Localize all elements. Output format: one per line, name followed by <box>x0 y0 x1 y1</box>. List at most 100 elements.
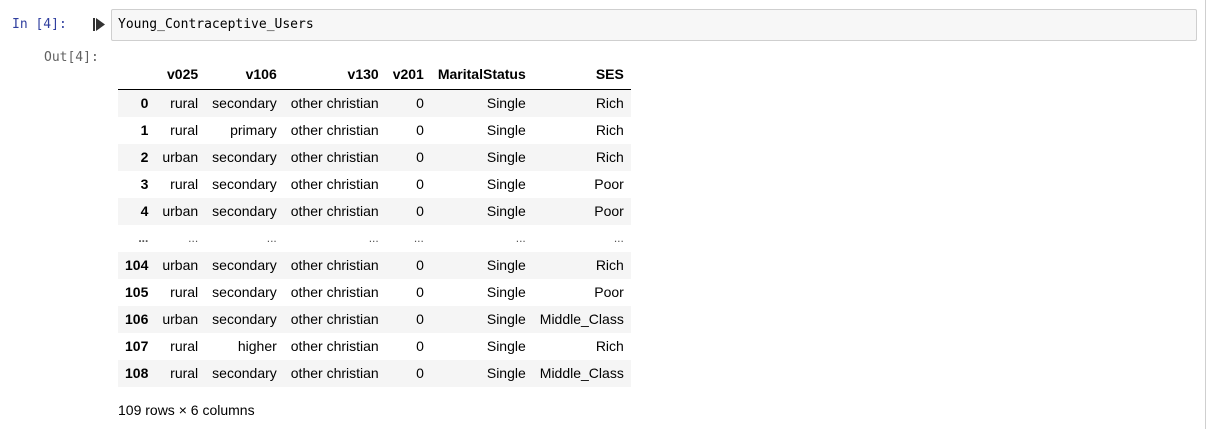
table-cell: Rich <box>595 338 624 354</box>
row-index: 4 <box>140 203 149 219</box>
table-cell: secondary <box>212 365 277 381</box>
table-cell: 0 <box>416 95 424 111</box>
table-cell: Single <box>486 338 526 354</box>
table-cell: ... <box>515 231 526 245</box>
row-index: 106 <box>125 311 149 327</box>
table-row: 4 urban secondary other christian 0 Single Poo… <box>118 198 631 225</box>
row-index: 108 <box>125 365 149 381</box>
column-header: v201 <box>385 60 431 90</box>
table-cell: rural <box>170 95 199 111</box>
row-index: ... <box>138 231 149 245</box>
table-row: 105 rural secondary other christian 0 Single P… <box>118 279 631 306</box>
table-cell: secondary <box>212 257 277 273</box>
table-row: 106 urban secondary other christian 0 Single M… <box>118 306 631 333</box>
table-cell: secondary <box>212 176 277 192</box>
output-prompt: Out[4]: <box>44 50 99 65</box>
table-cell: ... <box>413 231 424 245</box>
table-cell: ... <box>266 231 277 245</box>
table-header: v025 v106 v130 v201 MaritalStatus SES <box>118 60 631 90</box>
table-cell: other christian <box>290 149 379 165</box>
table-cell: Rich <box>595 257 624 273</box>
header-row: v025 v106 v130 v201 MaritalStatus SES <box>118 60 631 90</box>
table-cell: other christian <box>290 338 379 354</box>
table-cell: primary <box>230 122 277 138</box>
table-cell: other christian <box>290 365 379 381</box>
table-cell: Single <box>486 257 526 273</box>
table-cell: 0 <box>416 149 424 165</box>
column-header: SES <box>532 60 631 90</box>
column-header: v106 <box>205 60 284 90</box>
table-cell: 0 <box>416 284 424 300</box>
table-cell: other christian <box>290 311 379 327</box>
row-index: 2 <box>140 149 149 165</box>
table-cell: secondary <box>212 95 277 111</box>
column-header: v025 <box>155 60 206 90</box>
table-cell: rural <box>170 365 199 381</box>
table-cell: Poor <box>594 203 624 219</box>
table-row: 2 urban secondary other christian 0 Single Ric… <box>118 144 631 171</box>
row-index: 105 <box>125 284 149 300</box>
table-cell: rural <box>170 338 199 354</box>
table-cell: 0 <box>416 338 424 354</box>
table-body: 0 rural secondary other christian 0 Single Ric… <box>118 89 631 387</box>
table-cell: Rich <box>595 95 624 111</box>
run-cell-icon[interactable] <box>93 18 105 31</box>
table-cell: rural <box>170 122 199 138</box>
table-cell: Single <box>486 95 526 111</box>
table-cell: secondary <box>212 149 277 165</box>
table-cell: 0 <box>416 203 424 219</box>
table-cell: other christian <box>290 203 379 219</box>
table-cell: other christian <box>290 284 379 300</box>
table-cell: ... <box>188 231 199 245</box>
table-cell: secondary <box>212 203 277 219</box>
table-cell: 0 <box>416 365 424 381</box>
table-cell: Single <box>486 311 526 327</box>
dataframe-table: v025 v106 v130 v201 MaritalStatus SES 0 rural s… <box>118 60 631 387</box>
table-cell: Single <box>486 284 526 300</box>
table-cell: rural <box>170 284 199 300</box>
table-cell: 0 <box>416 176 424 192</box>
table-cell: urban <box>162 149 199 165</box>
table-cell: Single <box>486 365 526 381</box>
table-cell: Poor <box>594 284 624 300</box>
table-cell: Single <box>486 203 526 219</box>
table-cell: Single <box>486 149 526 165</box>
row-index: 0 <box>140 95 149 111</box>
table-cell: 0 <box>416 257 424 273</box>
table-cell: secondary <box>212 311 277 327</box>
table-row: 3 rural secondary other christian 0 Single Poo… <box>118 171 631 198</box>
column-header: v130 <box>283 60 386 90</box>
column-header: MaritalStatus <box>430 60 533 90</box>
table-cell: 0 <box>416 122 424 138</box>
table-cell: rural <box>170 176 199 192</box>
dataframe-output: v025 v106 v130 v201 MaritalStatus SES 0 rural s… <box>118 60 631 387</box>
table-cell: Middle_Class <box>539 311 624 327</box>
table-cell: other christian <box>290 122 379 138</box>
table-cell: other christian <box>290 95 379 111</box>
table-row: 0 rural secondary other christian 0 Single Ric… <box>118 89 631 117</box>
ellipsis-row: ..................... <box>118 225 631 252</box>
table-row: 108 rural secondary other christian 0 Single M… <box>118 360 631 387</box>
table-cell: other christian <box>290 176 379 192</box>
row-index: 1 <box>140 122 149 138</box>
table-row: 1 rural primary other christian 0 Single Rich <box>118 117 631 144</box>
row-index: 107 <box>125 338 149 354</box>
row-index: 104 <box>125 257 149 273</box>
table-cell: secondary <box>212 284 277 300</box>
table-cell: Rich <box>595 122 624 138</box>
table-cell: 0 <box>416 311 424 327</box>
table-row: 107 rural higher other christian 0 Single Rich <box>118 333 631 360</box>
code-input[interactable]: Young_Contraceptive_Users <box>111 9 1197 41</box>
table-cell: Rich <box>595 149 624 165</box>
table-cell: urban <box>162 203 199 219</box>
table-cell: higher <box>237 338 277 354</box>
input-prompt: In [4]: <box>12 17 67 32</box>
table-cell: ... <box>368 231 379 245</box>
dataframe-shape: 109 rows × 6 columns <box>118 402 255 418</box>
table-cell: urban <box>162 257 199 273</box>
row-index: 3 <box>140 176 149 192</box>
table-cell: Middle_Class <box>539 365 624 381</box>
table-cell: other christian <box>290 257 379 273</box>
table-row: 104 urban secondary other christian 0 Single R… <box>118 252 631 279</box>
table-cell: ... <box>613 231 624 245</box>
